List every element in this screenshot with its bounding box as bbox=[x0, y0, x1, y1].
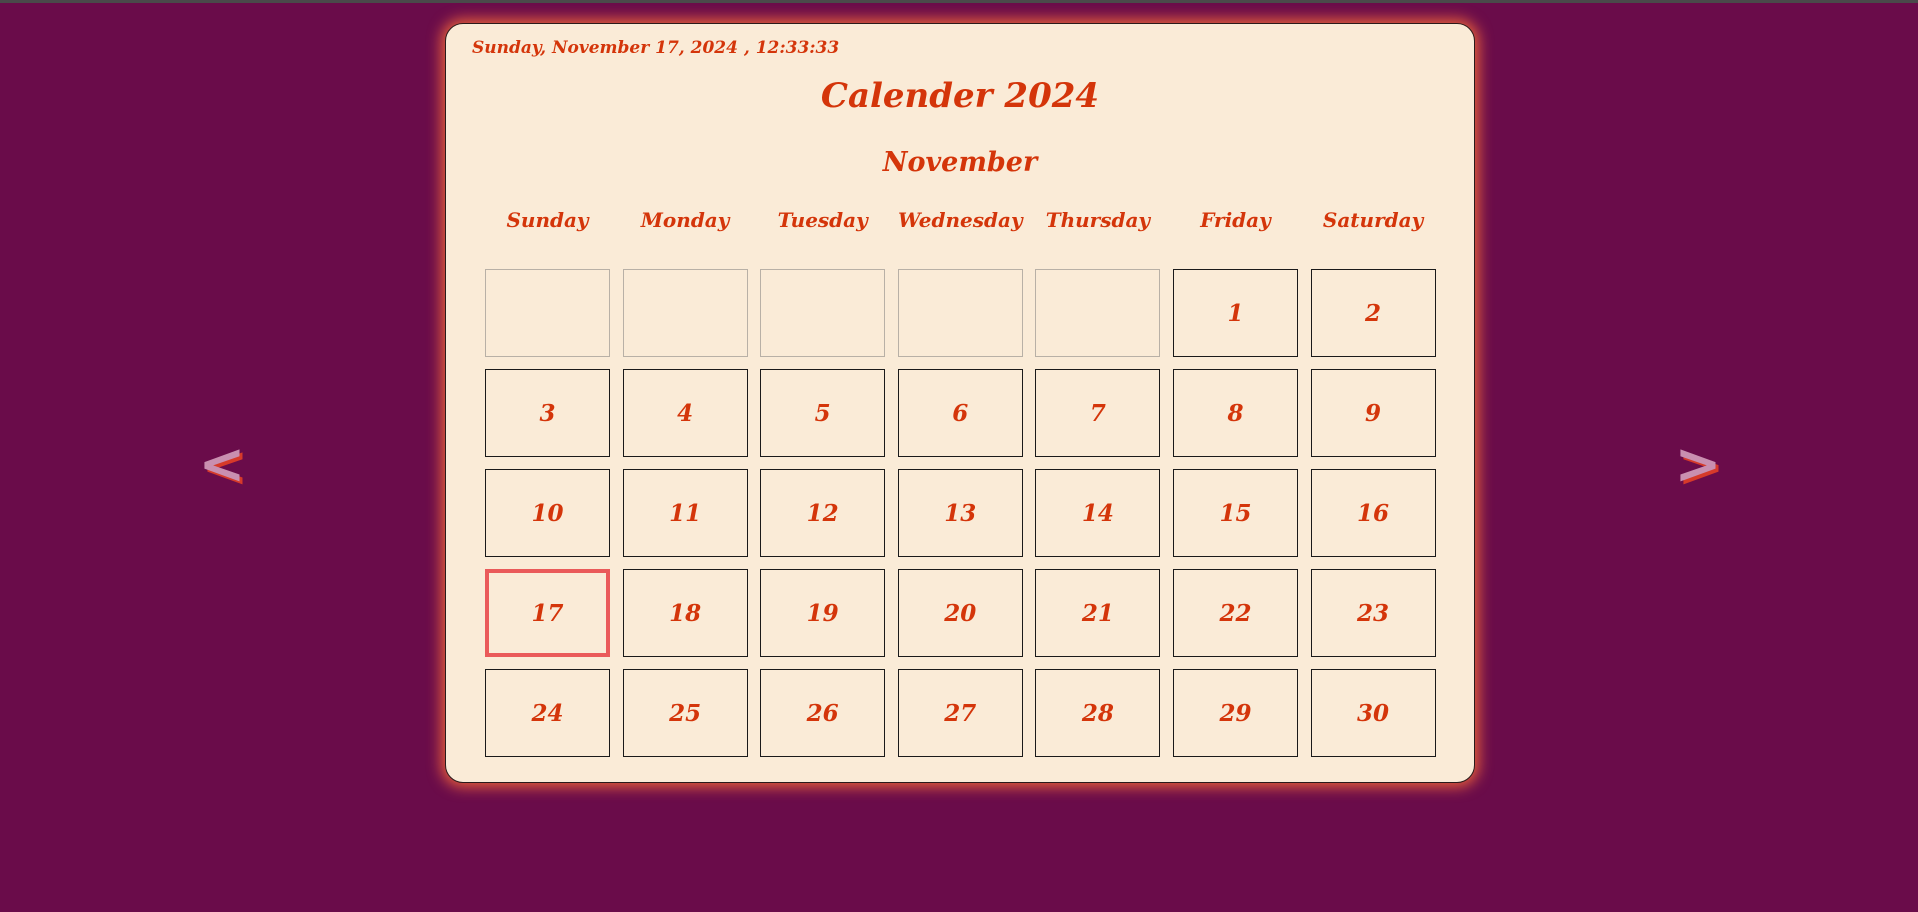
empty-day-cell bbox=[1035, 269, 1161, 357]
day-cell[interactable]: 6 bbox=[897, 369, 1023, 457]
next-month-button[interactable]: > bbox=[1668, 435, 1728, 495]
day-cell[interactable]: 29 bbox=[1172, 669, 1298, 757]
day-cell[interactable]: 15 bbox=[1172, 469, 1298, 557]
calendar-card: Sunday, November 17, 2024 , 12:33:33 Cal… bbox=[445, 23, 1475, 783]
day-cell[interactable]: 5 bbox=[760, 369, 886, 457]
day-cell[interactable]: 1 bbox=[1172, 269, 1298, 357]
weekday-label: Thursday bbox=[1045, 208, 1151, 232]
weekday-label: Tuesday bbox=[777, 208, 868, 232]
day-cell[interactable]: 27 bbox=[897, 669, 1023, 757]
current-datetime: Sunday, November 17, 2024 , 12:33:33 bbox=[472, 38, 840, 58]
calendar-title: Calender 2024 bbox=[820, 76, 1100, 116]
day-cell[interactable]: 10 bbox=[485, 469, 610, 557]
day-cell[interactable]: 30 bbox=[1310, 669, 1436, 757]
day-cell[interactable]: 24 bbox=[485, 669, 610, 757]
day-cell[interactable]: 13 bbox=[897, 469, 1023, 557]
day-cell[interactable]: 25 bbox=[622, 669, 748, 757]
day-cell-today[interactable]: 17 bbox=[485, 569, 610, 657]
weekday-header-row: Sunday Monday Tuesday Wednesday Thursday… bbox=[485, 208, 1436, 232]
day-cell[interactable]: 22 bbox=[1172, 569, 1298, 657]
day-cell[interactable]: 2 bbox=[1310, 269, 1436, 357]
day-cell[interactable]: 7 bbox=[1035, 369, 1161, 457]
day-cell[interactable]: 4 bbox=[622, 369, 748, 457]
day-cell[interactable]: 8 bbox=[1172, 369, 1298, 457]
day-cell[interactable]: 9 bbox=[1310, 369, 1436, 457]
prev-month-button[interactable]: < bbox=[192, 435, 252, 495]
weekday-label: Friday bbox=[1200, 208, 1271, 232]
empty-day-cell bbox=[897, 269, 1023, 357]
day-cell[interactable]: 26 bbox=[760, 669, 886, 757]
weekday-label: Wednesday bbox=[897, 208, 1023, 232]
empty-day-cell bbox=[622, 269, 748, 357]
day-cell[interactable]: 12 bbox=[760, 469, 886, 557]
weekday-label: Monday bbox=[640, 208, 730, 232]
day-cell[interactable]: 20 bbox=[897, 569, 1023, 657]
days-grid: 1 2 3 4 5 6 7 8 9 10 11 12 13 14 15 16 17 18 19 20 21 22 23 24 2… bbox=[485, 269, 1436, 757]
day-cell[interactable]: 14 bbox=[1035, 469, 1161, 557]
weekday-label: Saturday bbox=[1322, 208, 1424, 232]
day-cell[interactable]: 11 bbox=[622, 469, 748, 557]
day-cell[interactable]: 16 bbox=[1310, 469, 1436, 557]
day-cell[interactable]: 28 bbox=[1035, 669, 1161, 757]
day-cell[interactable]: 21 bbox=[1035, 569, 1161, 657]
weekday-label: Sunday bbox=[506, 208, 589, 232]
day-cell[interactable]: 19 bbox=[760, 569, 886, 657]
day-cell[interactable]: 18 bbox=[622, 569, 748, 657]
day-cell[interactable]: 3 bbox=[485, 369, 610, 457]
day-cell[interactable]: 23 bbox=[1310, 569, 1436, 657]
empty-day-cell bbox=[485, 269, 610, 357]
empty-day-cell bbox=[760, 269, 886, 357]
month-name: November bbox=[882, 147, 1038, 178]
